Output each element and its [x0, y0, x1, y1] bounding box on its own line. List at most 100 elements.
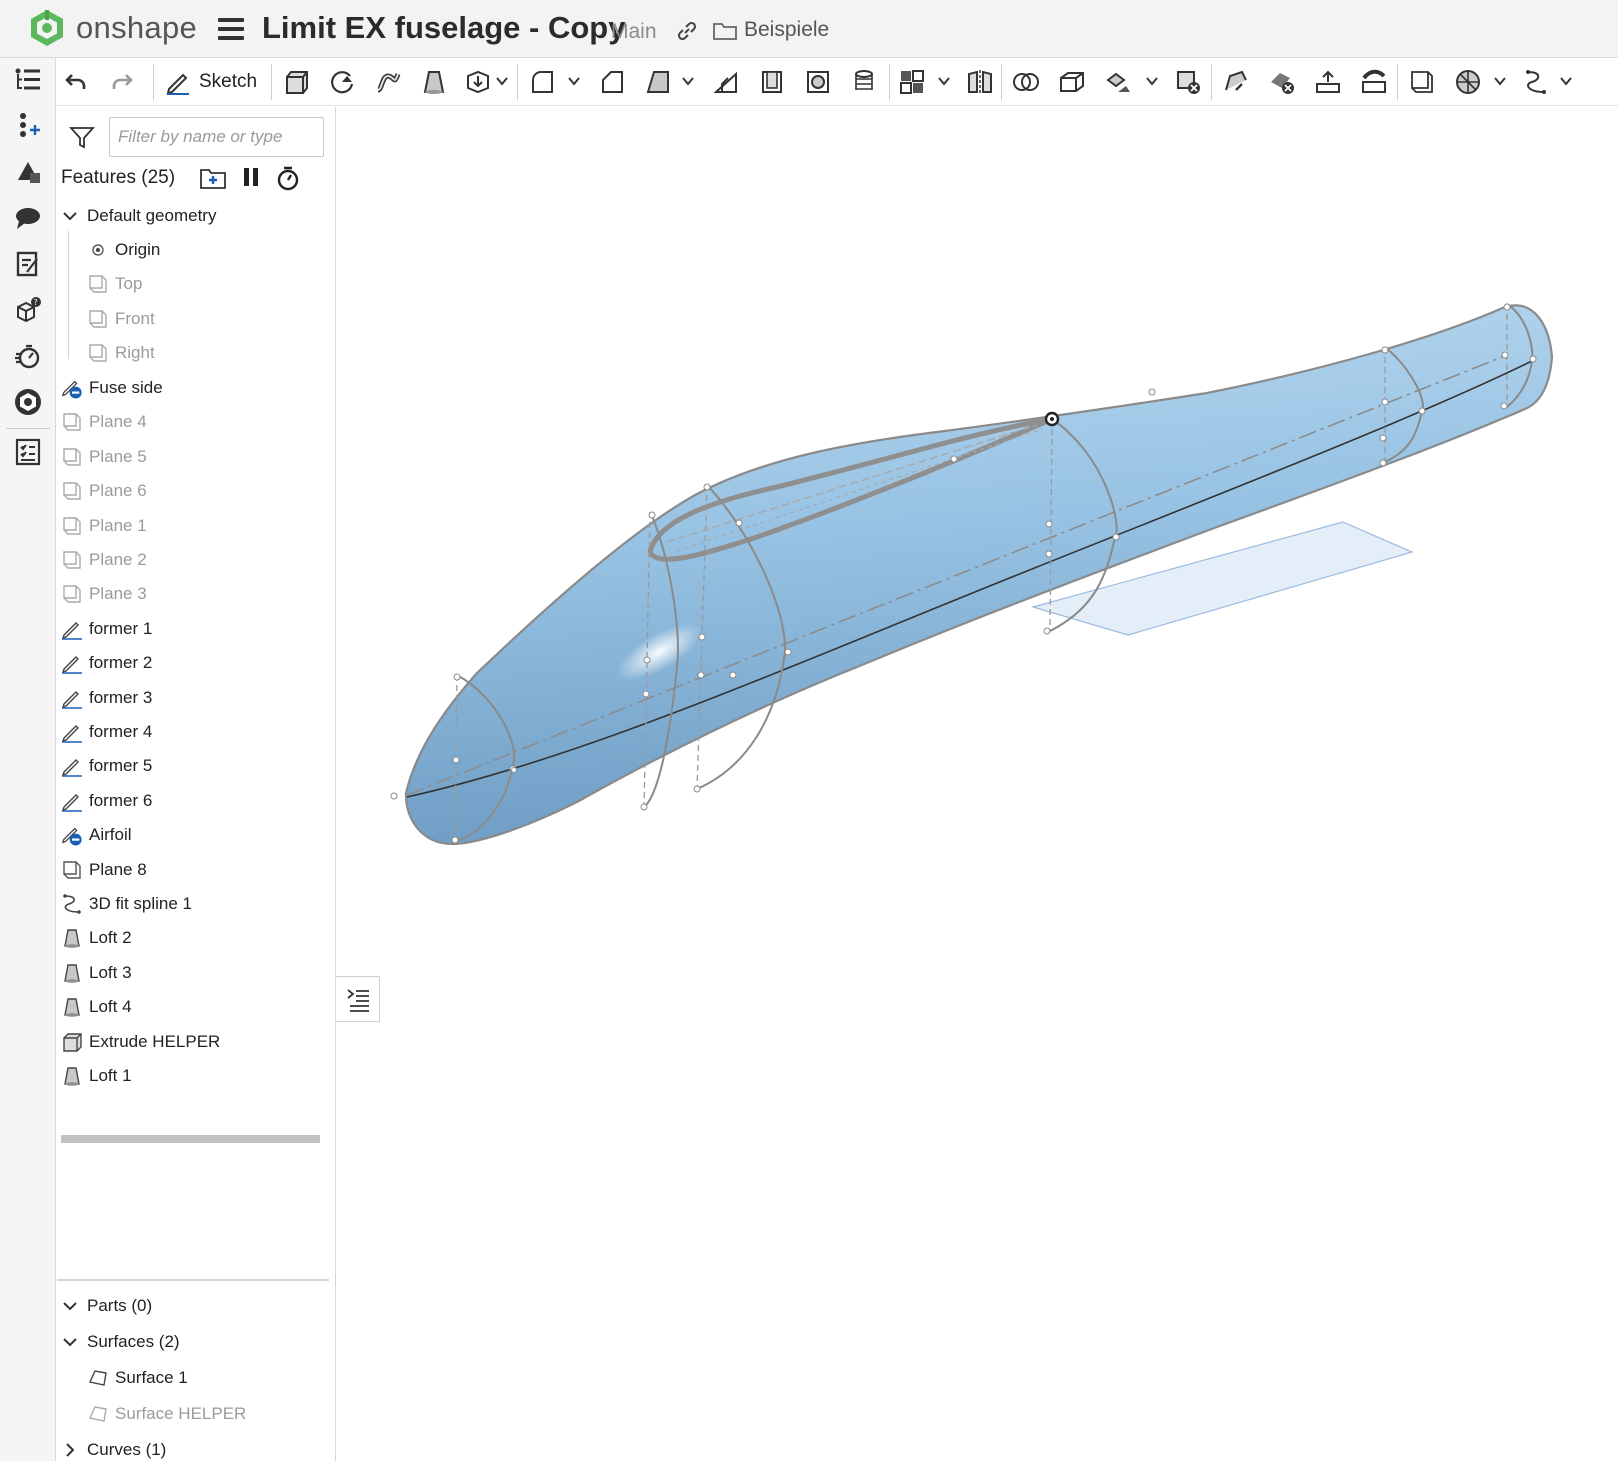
fillet-button[interactable]: [525, 66, 559, 98]
chevron-down-icon[interactable]: [495, 74, 509, 88]
feature-item[interactable]: Extrude HELPER: [61, 1027, 220, 1057]
delete-part-button[interactable]: [1171, 66, 1205, 98]
toolbar-separator: [889, 64, 890, 100]
split-button[interactable]: [1055, 66, 1089, 98]
chevron-down-icon[interactable]: [61, 1297, 79, 1315]
chevron-down-icon[interactable]: [681, 74, 695, 88]
pattern-button[interactable]: [895, 66, 929, 98]
loft-button[interactable]: [417, 66, 451, 98]
transform-button[interactable]: [1101, 66, 1135, 98]
checklist-icon[interactable]: [12, 436, 44, 468]
add-variable-icon[interactable]: [12, 110, 44, 142]
chevron-down-icon[interactable]: [567, 74, 581, 88]
chevron-down-icon[interactable]: [937, 74, 951, 88]
chevron-down-icon[interactable]: [61, 207, 79, 225]
redo-button[interactable]: [105, 66, 139, 98]
feature-item[interactable]: Top: [87, 269, 142, 299]
feature-item[interactable]: Plane 1: [61, 511, 147, 541]
surfaces-group[interactable]: Surfaces (2): [61, 1327, 180, 1357]
onshape-logo[interactable]: onshape: [28, 8, 197, 48]
mate-connector-button[interactable]: [1451, 66, 1485, 98]
graphics-viewport[interactable]: [337, 107, 1618, 1461]
chevron-right-icon[interactable]: [61, 1441, 79, 1459]
chevron-down-icon[interactable]: [1493, 74, 1507, 88]
plane-button[interactable]: [1405, 66, 1439, 98]
filter-input[interactable]: [109, 117, 324, 157]
chevron-down-icon[interactable]: [61, 1333, 79, 1351]
revolve-icon: [331, 71, 354, 94]
feature-item[interactable]: former 2: [61, 648, 152, 678]
feature-item[interactable]: former 1: [61, 614, 152, 644]
app-store-icon[interactable]: [12, 386, 44, 418]
feature-item[interactable]: Loft 3: [61, 958, 132, 988]
folder-icon[interactable]: [712, 20, 738, 42]
feature-item[interactable]: former 4: [61, 717, 152, 747]
delete-face-button[interactable]: [1265, 66, 1299, 98]
comments-icon[interactable]: [12, 202, 44, 234]
undo-button[interactable]: [59, 66, 93, 98]
horizontal-scrollbar[interactable]: [61, 1135, 320, 1143]
rollback-timer-icon[interactable]: [275, 165, 301, 191]
feature-label: Fuse side: [89, 378, 163, 397]
surface-item[interactable]: Surface HELPER: [87, 1399, 246, 1429]
feature-item[interactable]: Loft 1: [61, 1061, 132, 1091]
feature-item[interactable]: former 3: [61, 683, 152, 713]
add-folder-icon[interactable]: [199, 165, 227, 191]
feature-item[interactable]: Plane 2: [61, 545, 147, 575]
default-geometry-group[interactable]: Default geometry: [61, 201, 216, 231]
feature-item[interactable]: former 6: [61, 786, 152, 816]
move-face-button[interactable]: [1311, 66, 1345, 98]
revolve-button[interactable]: [325, 66, 359, 98]
parts-group[interactable]: Parts (0): [61, 1291, 152, 1321]
performance-icon[interactable]: [12, 340, 44, 372]
loft-icon: [423, 71, 445, 94]
spline-icon: [1526, 70, 1546, 94]
sweep-button[interactable]: [371, 66, 405, 98]
feature-item[interactable]: Origin: [87, 235, 160, 265]
rib-button[interactable]: [709, 66, 743, 98]
sketch-button[interactable]: Sketch: [165, 66, 257, 98]
feature-item[interactable]: Loft 2: [61, 923, 132, 953]
feature-item[interactable]: Plane 4: [61, 407, 147, 437]
thread-button[interactable]: [847, 66, 881, 98]
mirror-button[interactable]: [963, 66, 997, 98]
panel-divider[interactable]: [57, 1279, 329, 1281]
feature-item[interactable]: Plane 6: [61, 476, 147, 506]
3d-fit-spline-button[interactable]: [1519, 66, 1553, 98]
branch-label[interactable]: Main: [611, 20, 657, 44]
boolean-button[interactable]: [1009, 66, 1043, 98]
feature-list-icon[interactable]: [12, 64, 44, 96]
link-icon[interactable]: [676, 20, 698, 42]
feature-item[interactable]: 3D fit spline 1: [61, 889, 192, 919]
feature-item[interactable]: former 5: [61, 751, 152, 781]
thread-icon: [855, 70, 873, 90]
feature-item[interactable]: Plane 5: [61, 442, 147, 472]
feature-item[interactable]: Front: [87, 304, 155, 334]
chevron-down-icon[interactable]: [1559, 74, 1573, 88]
mass-properties-icon[interactable]: ?: [12, 294, 44, 326]
modify-fillet-button[interactable]: [1219, 66, 1253, 98]
chamfer-button[interactable]: [595, 66, 629, 98]
draft-button[interactable]: [641, 66, 675, 98]
filter-icon[interactable]: [69, 125, 95, 149]
feature-item[interactable]: Plane 3: [61, 579, 147, 609]
hole-button[interactable]: [801, 66, 835, 98]
feature-item[interactable]: Fuse side: [61, 373, 163, 403]
appearance-icon[interactable]: [12, 156, 44, 188]
surface-item[interactable]: Surface 1: [87, 1363, 188, 1393]
thicken-button[interactable]: [461, 66, 495, 98]
extrude-button[interactable]: [279, 66, 313, 98]
folder-label[interactable]: Beispiele: [744, 18, 829, 42]
notes-icon[interactable]: [12, 248, 44, 280]
chevron-down-icon[interactable]: [1145, 74, 1159, 88]
feature-item[interactable]: Airfoil: [61, 820, 132, 850]
feature-item[interactable]: Plane 8: [61, 855, 147, 885]
menu-icon[interactable]: [218, 18, 244, 40]
pause-icon[interactable]: [241, 165, 261, 189]
shell-button[interactable]: [755, 66, 789, 98]
feature-item[interactable]: Loft 4: [61, 992, 132, 1022]
feature-item[interactable]: Right: [87, 338, 155, 368]
replace-face-button[interactable]: [1357, 66, 1391, 98]
document-title[interactable]: Limit EX fuselage - Copy: [262, 10, 625, 46]
fuselage-model[interactable]: [337, 107, 1618, 1461]
